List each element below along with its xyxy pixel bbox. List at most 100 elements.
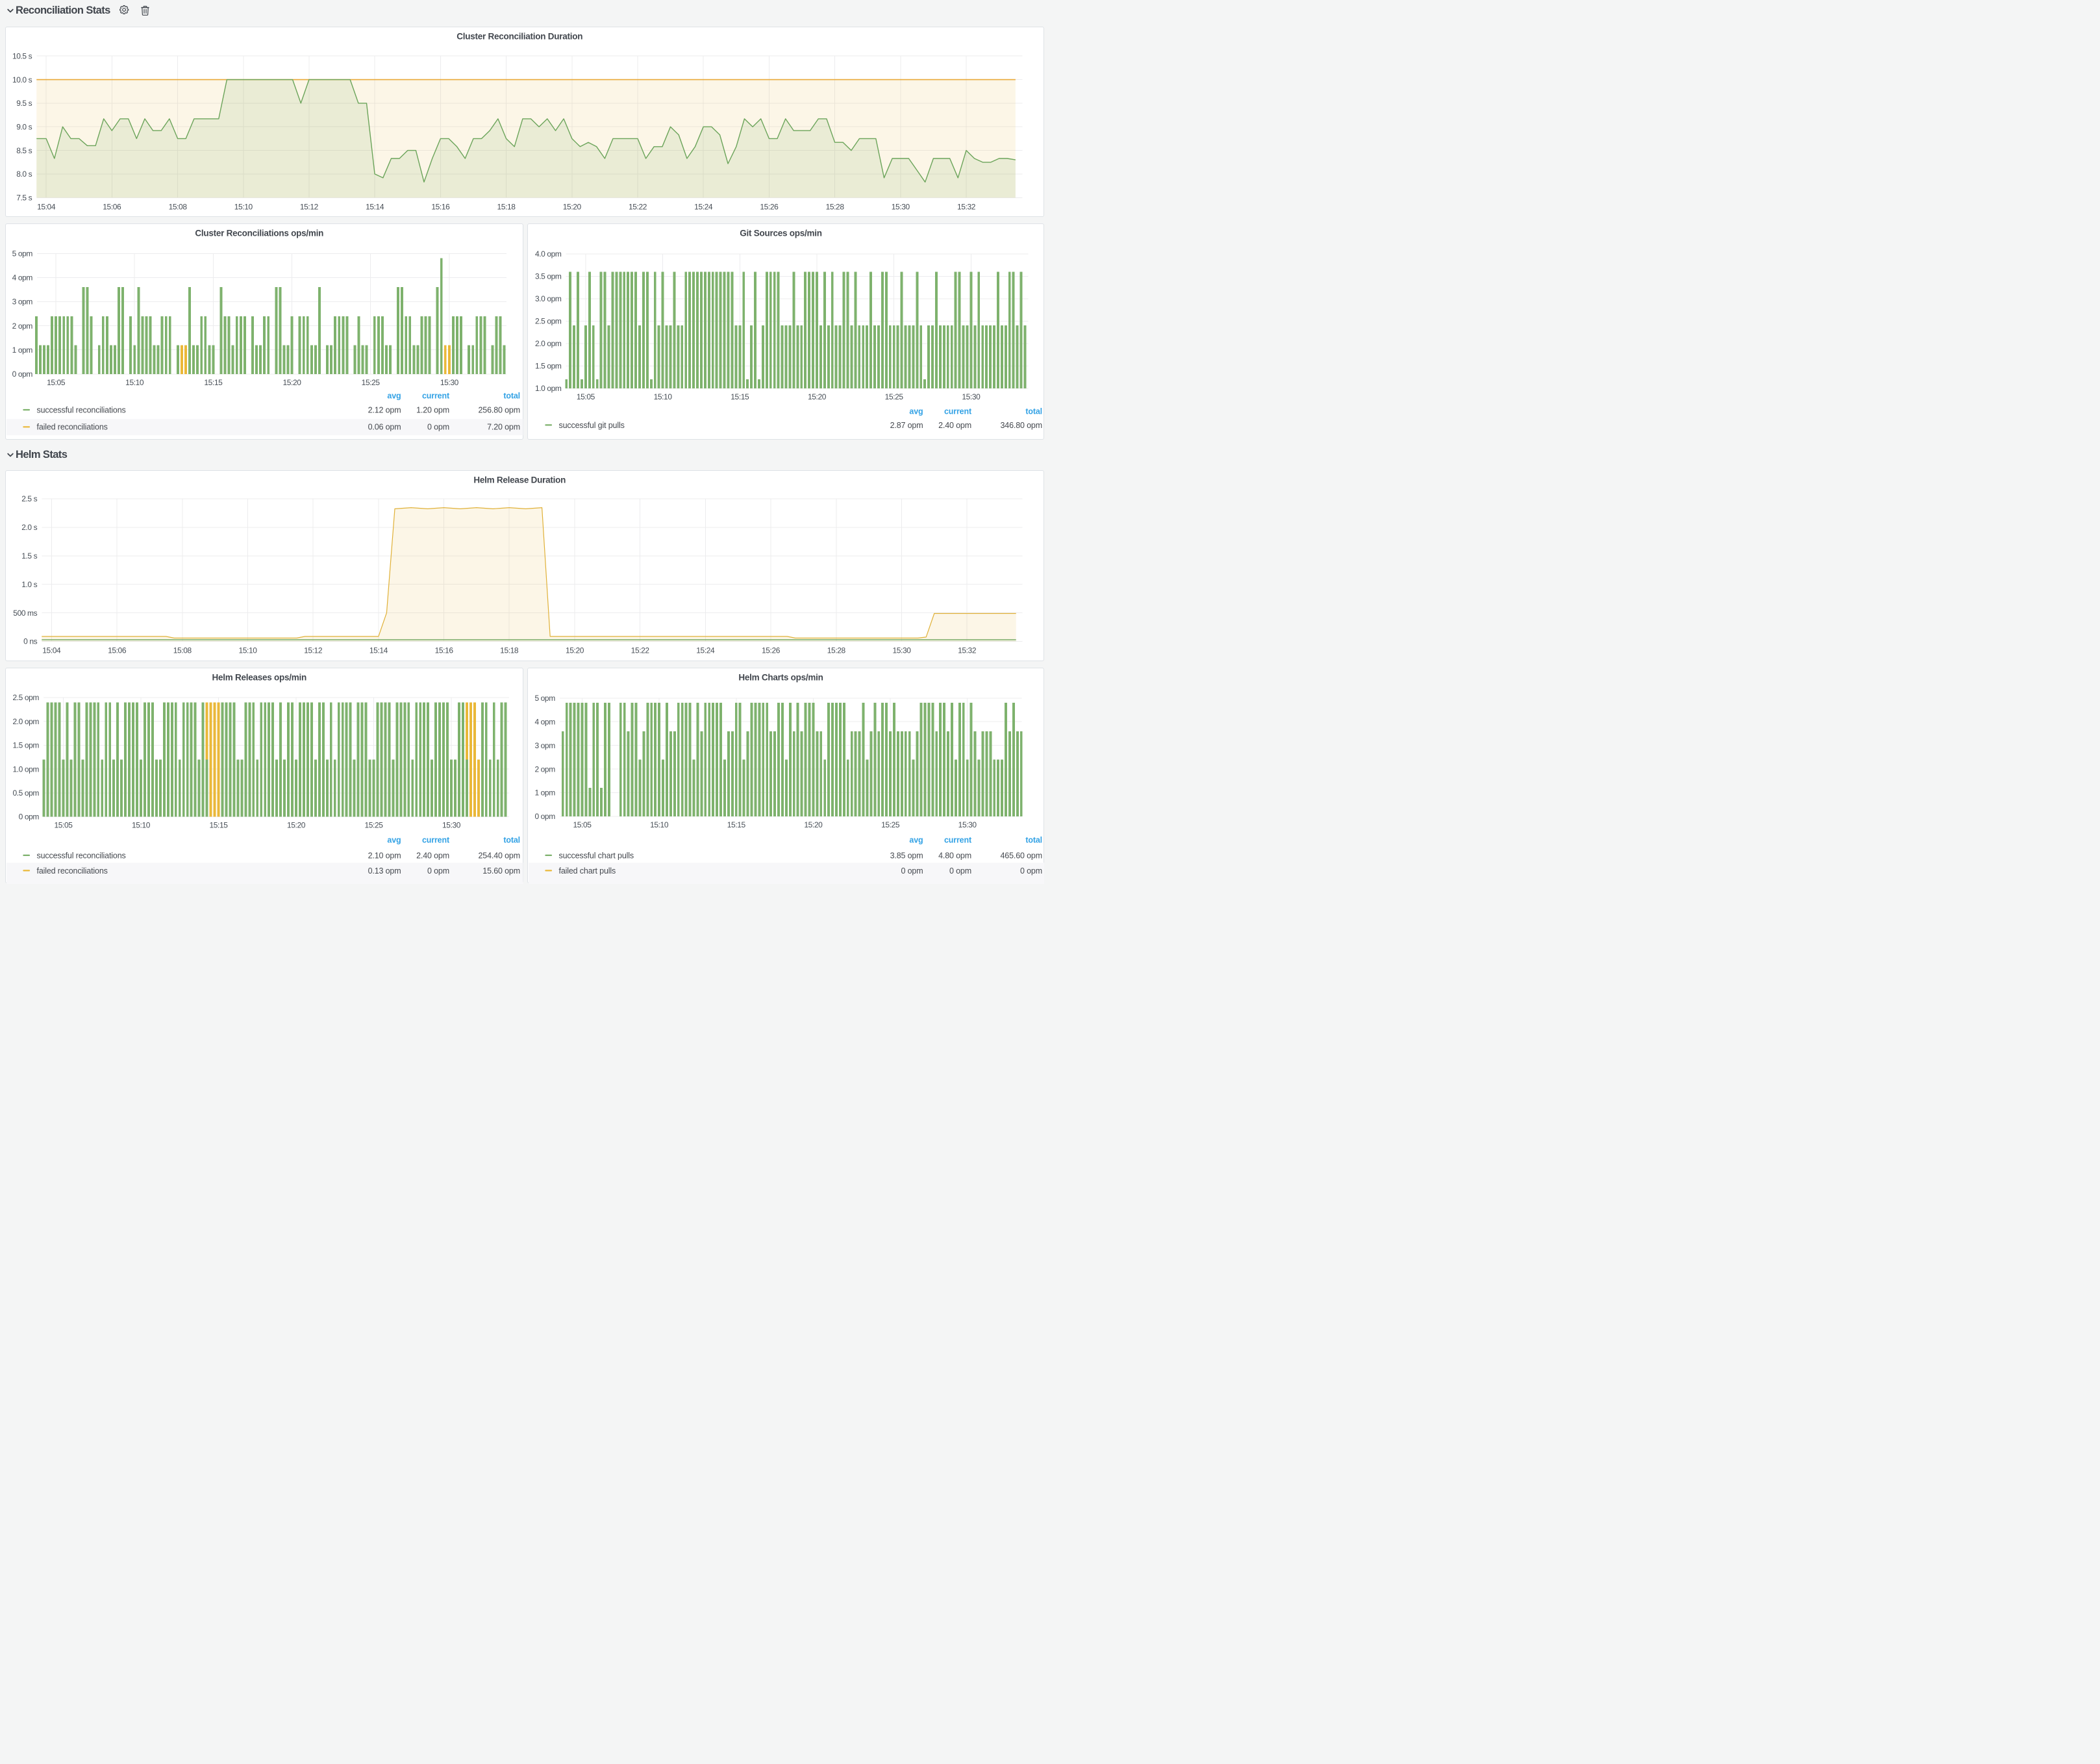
svg-text:2.5 opm: 2.5 opm [12,693,39,702]
svg-text:2 opm: 2 opm [534,764,555,774]
svg-text:15:25: 15:25 [884,392,903,401]
svg-text:15:20: 15:20 [804,820,823,829]
svg-text:15:10: 15:10 [132,820,151,829]
svg-text:4.80 opm: 4.80 opm [938,851,971,860]
svg-text:0 opm: 0 opm [534,812,555,821]
svg-text:15:30: 15:30 [892,202,910,211]
svg-text:2.40 opm: 2.40 opm [938,421,971,430]
svg-text:1.0 s: 1.0 s [21,580,37,589]
svg-text:7.20 opm: 7.20 opm [487,423,520,432]
svg-text:0.13 opm: 0.13 opm [368,866,401,875]
svg-text:2.87 opm: 2.87 opm [890,421,923,430]
svg-text:2.0 opm: 2.0 opm [12,716,39,725]
svg-text:15:06: 15:06 [108,646,127,655]
svg-text:total: total [503,835,520,844]
svg-text:15:16: 15:16 [431,202,450,211]
svg-text:15:30: 15:30 [892,646,911,655]
svg-text:15:10: 15:10 [125,378,144,387]
svg-text:15:14: 15:14 [369,646,388,655]
svg-text:10.0 s: 10.0 s [12,75,32,84]
svg-text:8.0 s: 8.0 s [16,170,32,179]
svg-text:15:10: 15:10 [234,202,253,211]
svg-text:15:30: 15:30 [442,820,461,829]
svg-text:15:10: 15:10 [650,820,669,829]
svg-text:7.5 s: 7.5 s [16,193,32,202]
svg-text:total: total [1025,407,1042,416]
svg-text:failed reconciliations: failed reconciliations [37,423,108,432]
svg-text:4.0 opm: 4.0 opm [534,249,561,258]
svg-text:256.80 opm: 256.80 opm [478,405,520,414]
svg-text:15.60 opm: 15.60 opm [482,866,520,875]
svg-text:current: current [944,407,971,416]
svg-text:15:08: 15:08 [173,646,192,655]
svg-text:15:32: 15:32 [958,646,977,655]
svg-text:3 opm: 3 opm [12,297,33,307]
svg-text:Cluster Reconciliation Duratio: Cluster Reconciliation Duration [456,31,582,41]
svg-text:0 opm: 0 opm [427,866,449,875]
svg-text:1.0 opm: 1.0 opm [534,384,561,393]
svg-text:15:22: 15:22 [631,646,650,655]
svg-text:1.5 opm: 1.5 opm [12,740,39,750]
svg-text:4 opm: 4 opm [534,717,555,726]
svg-text:15:10: 15:10 [653,392,672,401]
svg-text:2.5 s: 2.5 s [21,494,37,503]
svg-text:5 opm: 5 opm [534,694,555,703]
svg-text:3 opm: 3 opm [534,740,555,750]
svg-text:successful reconciliations: successful reconciliations [37,405,126,414]
svg-text:15:20: 15:20 [287,820,306,829]
svg-text:15:06: 15:06 [103,202,121,211]
svg-text:254.40 opm: 254.40 opm [478,851,520,860]
svg-text:15:30: 15:30 [958,820,977,829]
svg-text:3.85 opm: 3.85 opm [890,851,923,860]
svg-text:3.5 opm: 3.5 opm [534,272,561,281]
svg-text:15:05: 15:05 [576,392,595,401]
svg-text:failed reconciliations: failed reconciliations [37,866,108,875]
svg-text:9.0 s: 9.0 s [16,122,32,131]
svg-text:successful git pulls: successful git pulls [558,421,624,430]
svg-text:15:16: 15:16 [435,646,454,655]
svg-text:avg: avg [387,392,401,401]
svg-text:2.40 opm: 2.40 opm [416,851,449,860]
svg-text:current: current [944,835,971,844]
svg-text:avg: avg [387,835,401,844]
svg-text:10.5 s: 10.5 s [12,51,32,60]
svg-text:0 opm: 0 opm [949,866,971,875]
svg-text:15:20: 15:20 [282,378,301,387]
svg-text:1.0 opm: 1.0 opm [12,764,39,774]
svg-text:successful reconciliations: successful reconciliations [37,851,126,860]
svg-text:15:20: 15:20 [563,202,582,211]
svg-text:15:12: 15:12 [304,646,323,655]
svg-text:9.5 s: 9.5 s [16,99,32,108]
svg-text:4 opm: 4 opm [12,273,33,283]
svg-text:Git Sources ops/min: Git Sources ops/min [740,229,822,238]
svg-text:current: current [422,392,450,401]
svg-text:15:05: 15:05 [573,820,592,829]
svg-text:1.20 opm: 1.20 opm [416,405,449,414]
svg-text:15:12: 15:12 [300,202,319,211]
svg-text:8.5 s: 8.5 s [16,145,32,155]
svg-text:15:20: 15:20 [807,392,826,401]
svg-text:Helm Releases ops/min: Helm Releases ops/min [212,672,306,682]
svg-text:0 ns: 0 ns [23,637,37,646]
svg-text:successful chart pulls: successful chart pulls [558,851,634,860]
svg-text:15:10: 15:10 [238,646,257,655]
svg-text:1.5 opm: 1.5 opm [534,362,561,371]
svg-text:15:18: 15:18 [500,646,519,655]
svg-text:2.10 opm: 2.10 opm [368,851,401,860]
svg-text:0.5 opm: 0.5 opm [12,788,39,798]
svg-text:15:22: 15:22 [629,202,647,211]
svg-text:346.80 opm: 346.80 opm [1000,421,1042,430]
svg-text:15:25: 15:25 [364,820,383,829]
svg-text:15:28: 15:28 [827,646,846,655]
svg-text:0 opm: 0 opm [427,423,449,432]
svg-text:0 opm: 0 opm [901,866,923,875]
svg-text:500 ms: 500 ms [13,609,37,618]
svg-text:15:24: 15:24 [696,646,715,655]
svg-text:15:15: 15:15 [727,820,745,829]
svg-text:total: total [1025,835,1042,844]
svg-text:0 opm: 0 opm [12,370,33,379]
svg-text:15:30: 15:30 [962,392,981,401]
svg-text:15:14: 15:14 [366,202,384,211]
svg-text:15:15: 15:15 [204,378,223,387]
svg-text:2 opm: 2 opm [12,321,33,331]
